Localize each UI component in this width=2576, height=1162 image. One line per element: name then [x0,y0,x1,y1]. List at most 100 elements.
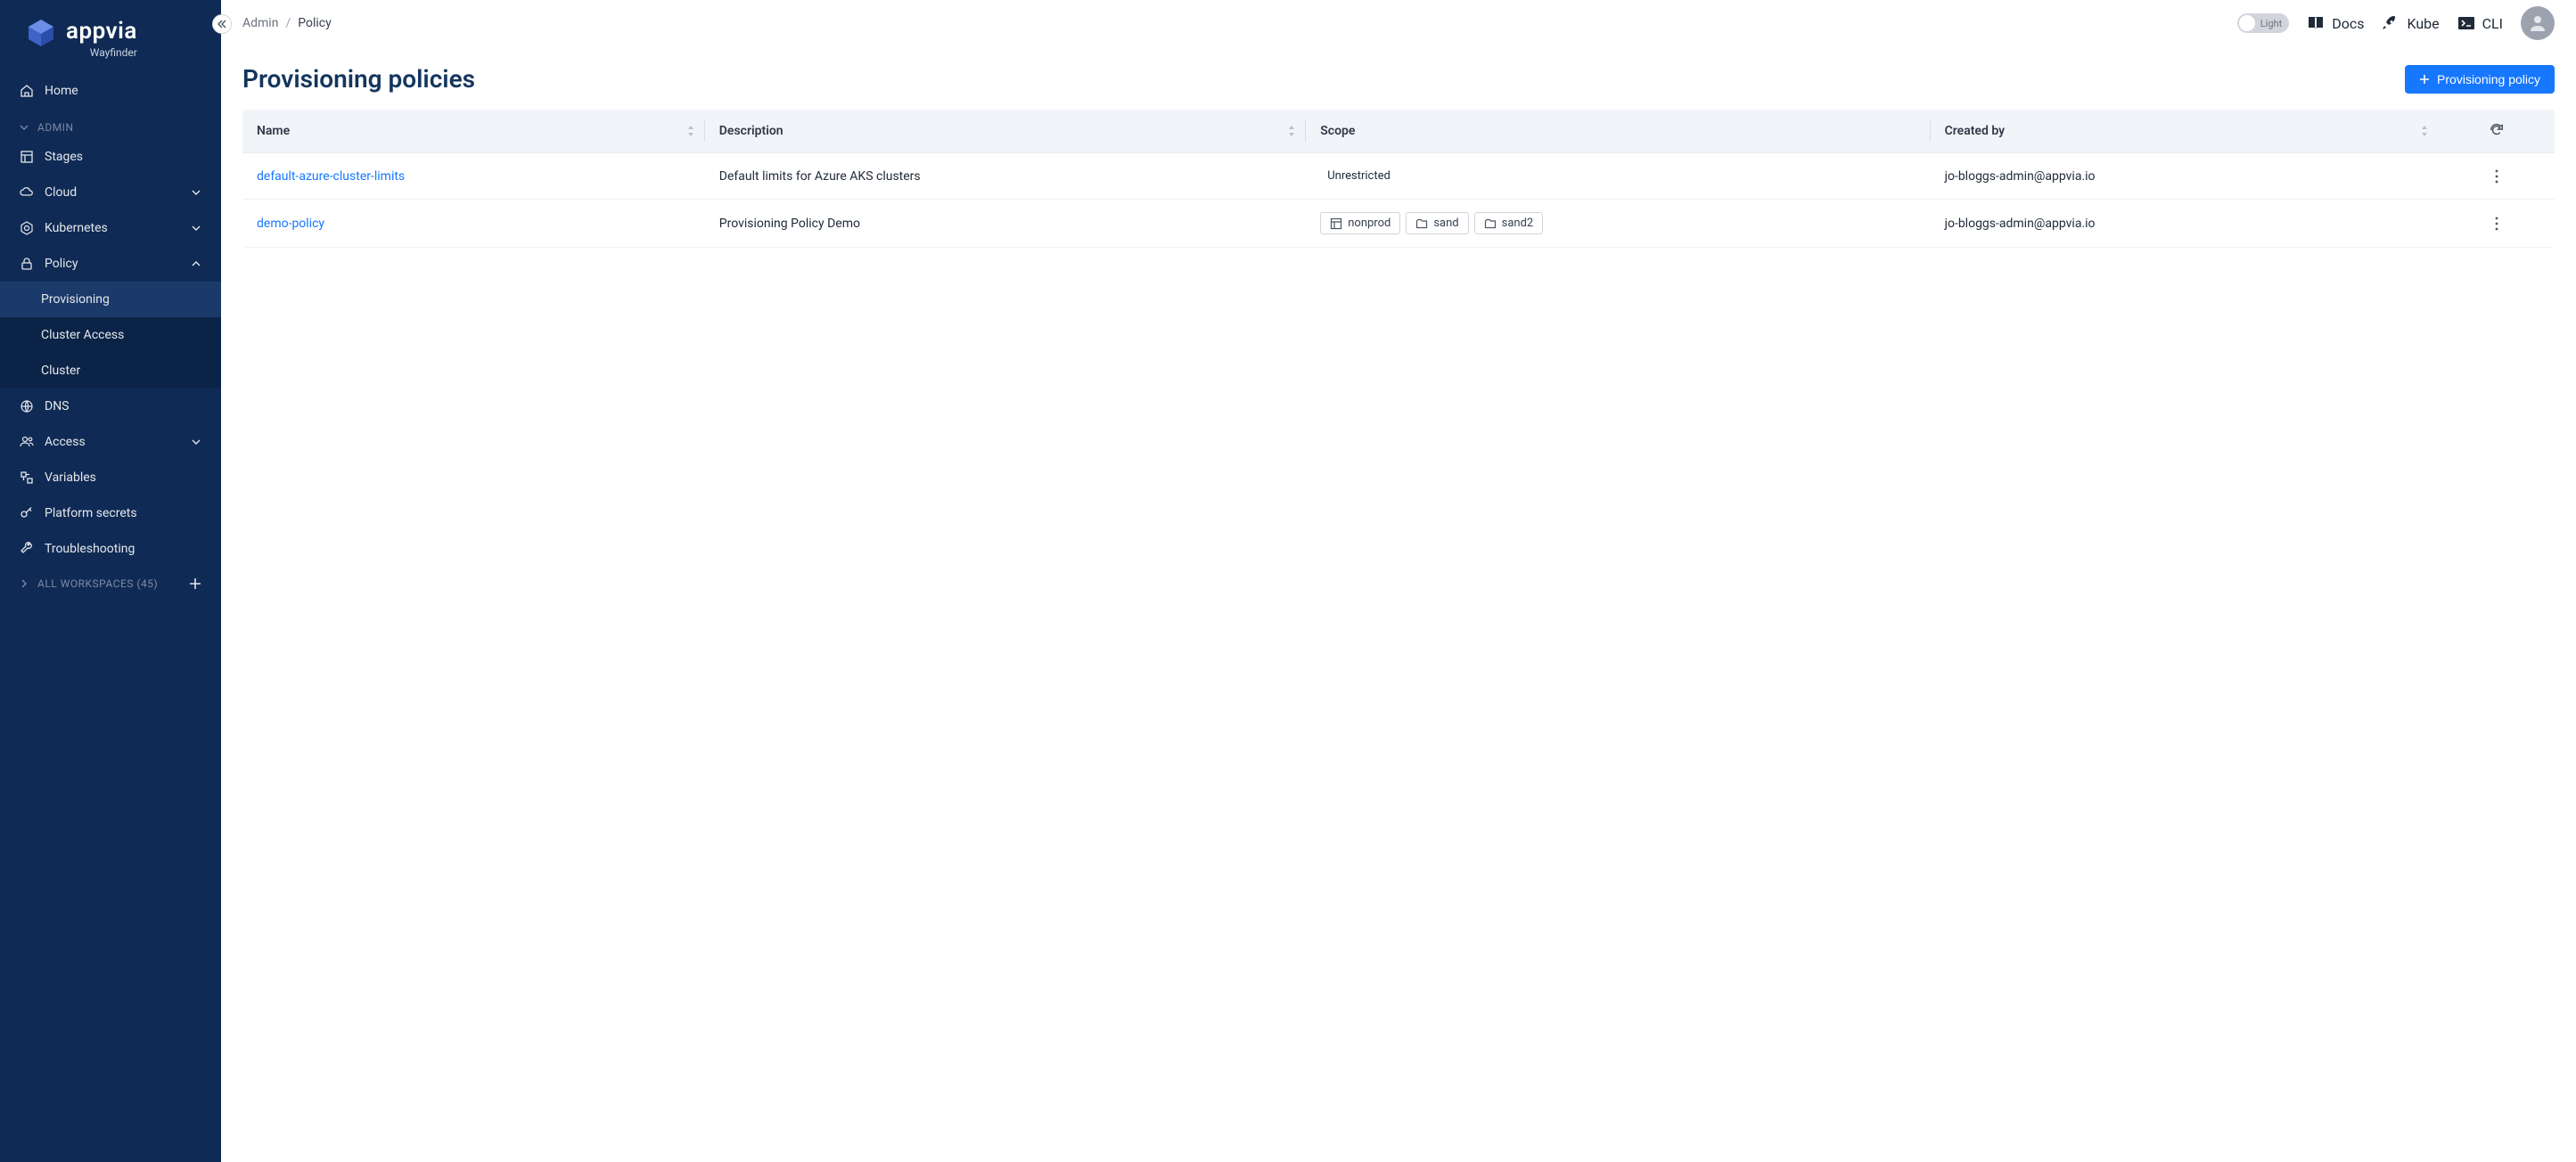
brand[interactable]: appvia Wayfinder [0,0,221,73]
column-label: Description [719,124,783,138]
brand-logo-icon [25,18,57,48]
sort-icon [2419,124,2430,138]
button-label: Provisioning policy [2437,72,2540,86]
breadcrumb-admin[interactable]: Admin [242,16,278,30]
sidebar-section-label: ADMIN [37,121,74,134]
user-avatar[interactable] [2521,6,2555,40]
more-vertical-icon [2495,217,2498,231]
column-label: Name [257,124,290,138]
chevron-down-icon [20,123,29,132]
chevron-right-icon [20,579,29,588]
variables-icon [20,471,34,485]
sidebar-item-access[interactable]: Access [0,424,221,460]
brand-name: appvia [66,20,137,43]
chevron-up-icon [191,258,201,269]
more-vertical-icon [2495,169,2498,184]
sidebar-item-variables[interactable]: Variables [0,460,221,495]
sidebar-item-home[interactable]: Home [0,73,221,109]
scope-tag-label: sand [1433,217,1458,230]
docs-link[interactable]: Docs [2307,15,2364,32]
column-header-scope: Scope [1306,110,1930,153]
scope-tag: sand [1406,212,1468,234]
policy-description: Provisioning Policy Demo [705,200,1306,248]
policy-scope: Unrestricted [1306,153,1930,200]
policy-name-link[interactable]: demo-policy [257,217,324,231]
main-area: Admin / Policy Light Docs Kube CLI [221,0,2576,1162]
policy-scope: nonprod sand sand2 [1306,200,1930,248]
cloud-icon [20,185,34,200]
policy-created-by: jo-bloggs-admin@appvia.io [1931,153,2440,200]
add-workspace-button[interactable] [189,577,201,590]
sidebar-item-kubernetes[interactable]: Kubernetes [0,210,221,246]
breadcrumb-policy: Policy [298,16,332,30]
sidebar-section-admin[interactable]: ADMIN [0,109,221,139]
sidebar-item-label: Troubleshooting [45,542,135,556]
policy-description: Default limits for Azure AKS clusters [705,153,1306,200]
sidebar-submenu-policy: Provisioning Cluster Access Cluster [0,282,221,389]
docs-label: Docs [2332,15,2364,32]
sidebar-item-platform-secrets[interactable]: Platform secrets [0,495,221,531]
stages-icon [20,150,34,164]
rocket-icon [2382,15,2400,31]
sidebar-item-cluster-access[interactable]: Cluster Access [0,317,221,353]
breadcrumb-separator: / [285,16,291,30]
sidebar-item-label: DNS [45,399,70,413]
sidebar-item-label: Policy [45,257,78,271]
refresh-icon [2489,122,2505,138]
sidebar-item-provisioning[interactable]: Provisioning [0,282,221,317]
sidebar-item-cluster[interactable]: Cluster [0,353,221,389]
key-icon [20,506,34,520]
brand-subtitle: Wayfinder [66,46,137,59]
plus-icon [2419,74,2430,85]
table-row: demo-policyProvisioning Policy Demononpr… [242,200,2555,248]
sidebar-item-dns[interactable]: DNS [0,389,221,424]
column-header-name[interactable]: Name [242,110,705,153]
sidebar-item-label: Stages [45,150,83,164]
row-actions-button[interactable] [2486,213,2507,234]
workspaces-label: ALL WORKSPACES (45) [37,577,158,590]
sidebar-item-cloud[interactable]: Cloud [0,175,221,210]
book-icon [2307,15,2325,31]
kube-label: Kube [2407,15,2439,32]
sidebar-item-label: Cluster [41,364,80,378]
column-header-created-by[interactable]: Created by [1931,110,2440,153]
row-actions-button[interactable] [2486,166,2507,187]
terminal-icon [2457,15,2475,31]
scope-unrestricted: Unrestricted [1320,166,1398,186]
cli-link[interactable]: CLI [2457,15,2503,32]
sort-icon [685,124,696,138]
column-label: Scope [1320,124,1355,138]
sidebar-item-label: Kubernetes [45,221,108,235]
scope-tag: nonprod [1320,212,1400,234]
sidebar-section-workspaces[interactable]: ALL WORKSPACES (45) [0,567,221,601]
table-row: default-azure-cluster-limits Default limi… [242,153,2555,200]
page-header: Provisioning policies Provisioning polic… [242,64,2555,94]
policy-name-link[interactable]: default-azure-cluster-limits [257,169,405,184]
wrench-icon [20,542,34,556]
chevron-down-icon [191,187,201,198]
page-title: Provisioning policies [242,64,475,94]
column-header-description[interactable]: Description [705,110,1306,153]
toggle-knob [2239,15,2255,31]
collapse-sidebar-button[interactable] [212,14,232,34]
globe-icon [20,399,34,413]
sidebar-item-stages[interactable]: Stages [0,139,221,175]
refresh-button[interactable] [2488,121,2506,139]
scope-tag-label: nonprod [1348,217,1391,230]
sidebar-item-policy[interactable]: Policy [0,246,221,282]
theme-label: Light [2260,18,2282,29]
sidebar-item-label: Platform secrets [45,506,137,520]
new-provisioning-policy-button[interactable]: Provisioning policy [2405,65,2555,94]
sidebar-item-label: Home [45,84,78,98]
sidebar-item-troubleshooting[interactable]: Troubleshooting [0,531,221,567]
breadcrumb: Admin / Policy [242,16,332,30]
chevron-down-icon [191,223,201,233]
kube-link[interactable]: Kube [2382,15,2439,32]
scope-tag: sand2 [1474,212,1544,234]
sidebar-item-label: Cluster Access [41,328,124,342]
users-icon [20,435,34,449]
chevron-left-double-icon [217,19,227,29]
theme-toggle[interactable]: Light [2237,13,2289,33]
sidebar: appvia Wayfinder Home ADMIN Stages Cloud [0,0,221,1162]
sidebar-item-label: Access [45,435,86,449]
